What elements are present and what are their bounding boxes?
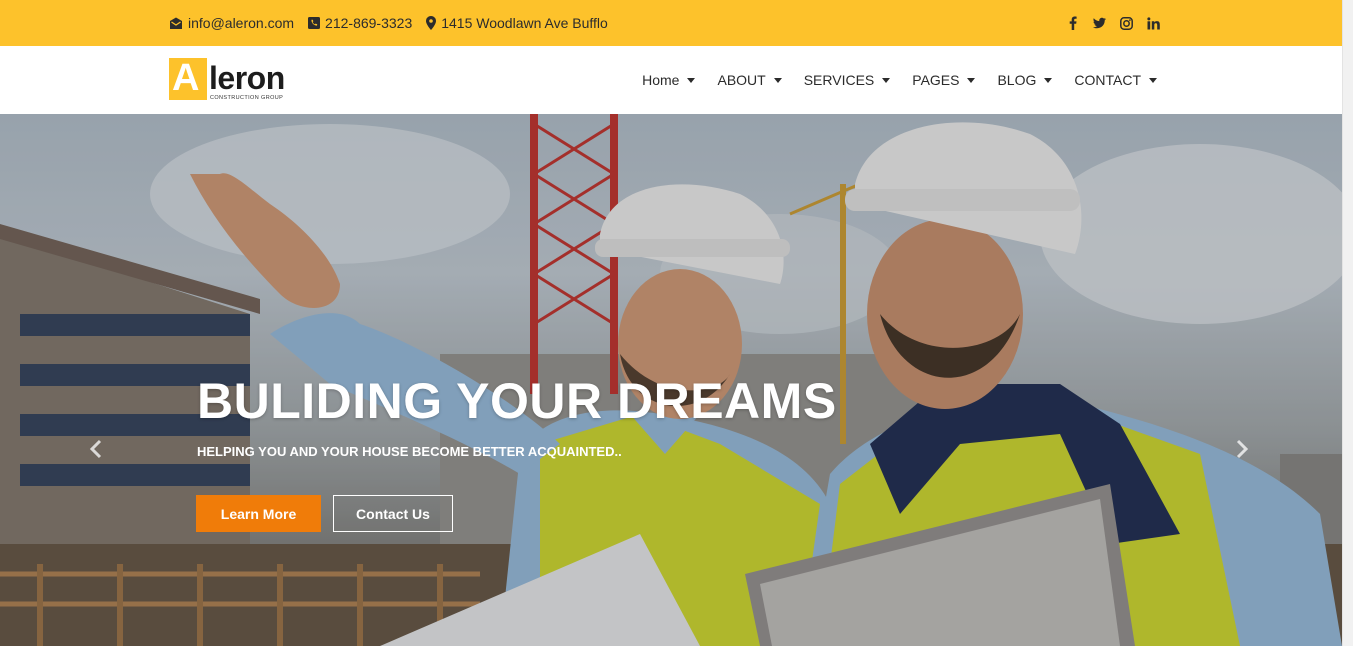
caret-down-icon <box>967 77 976 83</box>
phone-link[interactable]: 212-869-3323 <box>308 15 412 31</box>
caret-down-icon <box>1149 77 1157 83</box>
facebook-icon[interactable] <box>1066 16 1079 30</box>
nav-item-blog[interactable]: BLOG <box>997 72 1053 88</box>
email-text: info@aleron.com <box>188 15 295 31</box>
nav-item-services[interactable]: SERVICES <box>804 72 891 88</box>
nav-item-label: PAGES <box>912 72 960 88</box>
nav-item-label: BLOG <box>997 72 1037 88</box>
learn-more-button[interactable]: Learn More <box>196 495 321 532</box>
hero-title: BULIDING YOUR DREAMS <box>197 373 837 429</box>
instagram-icon[interactable] <box>1120 16 1133 30</box>
nav-item-pages[interactable]: PAGES <box>912 72 976 88</box>
phone-icon <box>308 17 321 29</box>
logo-letter: A <box>172 57 200 99</box>
contact-info: info@aleron.com 212-869-3323 1415 Woodla… <box>169 0 608 46</box>
main-navbar: A leron CONSTRUCTION GROUP Home ABOUT SE… <box>0 46 1342 114</box>
map-marker-icon <box>426 16 437 30</box>
nav-item-home[interactable]: Home <box>642 72 696 88</box>
nav-item-label: CONTACT <box>1074 72 1141 88</box>
site-logo[interactable]: A leron CONSTRUCTION GROUP <box>169 57 309 104</box>
nav-item-label: ABOUT <box>717 72 766 88</box>
nav-menu: Home ABOUT SERVICES PAGES BLOG CONTACT <box>642 46 1157 114</box>
carousel-prev-button[interactable] <box>88 439 104 459</box>
social-links <box>1066 0 1160 46</box>
hero-slider: BULIDING YOUR DREAMS HELPING YOU AND YOU… <box>0 114 1342 646</box>
page-scrollbar[interactable] <box>1342 0 1353 646</box>
nav-item-label: SERVICES <box>803 72 875 88</box>
logo-tagline: CONSTRUCTION GROUP <box>210 95 284 101</box>
email-link[interactable]: info@aleron.com <box>169 15 294 31</box>
carousel-next-button[interactable] <box>1234 439 1250 459</box>
linkedin-icon[interactable] <box>1147 16 1160 30</box>
hero-subtitle: HELPING YOU AND YOUR HOUSE BECOME BETTER… <box>197 444 622 459</box>
nav-item-about[interactable]: ABOUT <box>717 72 782 88</box>
chevron-left-icon <box>89 439 102 459</box>
nav-item-label: Home <box>642 72 680 88</box>
phone-text: 212-869-3323 <box>325 15 413 31</box>
address-text: 1415 Woodlawn Ave Bufflo <box>441 15 608 31</box>
chevron-right-icon <box>1236 439 1249 459</box>
caret-down-icon <box>882 77 891 83</box>
envelope-icon <box>169 17 183 30</box>
top-bar: info@aleron.com 212-869-3323 1415 Woodla… <box>0 0 1342 46</box>
nav-item-contact[interactable]: CONTACT <box>1074 72 1157 88</box>
address-link[interactable]: 1415 Woodlawn Ave Bufflo <box>426 15 608 31</box>
caret-down-icon <box>1044 77 1053 83</box>
contact-us-button[interactable]: Contact Us <box>333 495 453 532</box>
logo-name: leron <box>209 60 285 96</box>
caret-down-icon <box>773 77 782 83</box>
caret-down-icon <box>687 77 696 83</box>
twitter-icon[interactable] <box>1093 16 1106 30</box>
